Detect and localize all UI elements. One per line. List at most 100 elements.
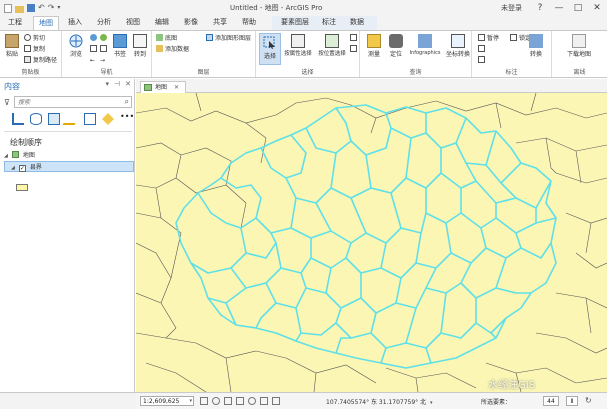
undo-icon[interactable]: ↶ — [38, 2, 45, 14]
copy-button[interactable]: 复制 — [24, 45, 45, 54]
layer-symbol-swatch[interactable] — [16, 184, 28, 191]
tree-node-county-layer[interactable]: ◢ ✓ 县界 — [4, 161, 134, 172]
minimize-button[interactable]: — — [554, 3, 564, 13]
infographics-button[interactable]: Infographics — [408, 34, 442, 56]
clipboard-group-label: 剪贴板 — [21, 69, 40, 76]
list-by-labeling-icon[interactable] — [102, 113, 114, 125]
explore-button[interactable]: 浏览 — [66, 34, 86, 58]
tab-help[interactable]: 帮助 — [238, 16, 260, 30]
goto-button[interactable]: 转到 — [130, 34, 150, 58]
basemap-icon — [156, 34, 163, 41]
status-tool-icons — [200, 397, 280, 405]
select-button[interactable]: 选择 — [259, 33, 281, 65]
close-map-tab-icon[interactable]: ✕ — [174, 84, 179, 91]
filter-icon[interactable]: ⊽ — [4, 98, 10, 107]
new-project-icon[interactable] — [4, 3, 12, 13]
redo-icon[interactable]: ↷ — [48, 2, 55, 14]
close-button[interactable]: ✕ — [592, 3, 602, 13]
tab-insert[interactable]: 插入 — [64, 16, 86, 30]
zoom-to-layer-icon[interactable] — [90, 45, 99, 54]
tab-share[interactable]: 共享 — [209, 16, 231, 30]
labeling-group: 暂停 锁定 转换 标注 — [472, 31, 552, 77]
more-options-icon[interactable]: ••• — [120, 113, 134, 125]
coordinate-conversion-button[interactable]: 坐标转换 — [446, 34, 470, 58]
customize-quick-access-icon[interactable]: ▾ — [57, 2, 60, 14]
select-by-location-button[interactable]: 按位置选择 — [318, 34, 346, 57]
open-folder-icon[interactable] — [15, 5, 24, 13]
map-canvas[interactable] — [136, 93, 607, 392]
more-labeling-icon[interactable] — [478, 56, 487, 65]
tab-imagery[interactable]: 影像 — [180, 16, 202, 30]
tab-data[interactable]: 数据 — [346, 16, 368, 30]
tab-view[interactable]: 视图 — [122, 16, 144, 30]
copy-icon — [24, 45, 31, 52]
pin-icon[interactable]: ⊣ — [114, 80, 120, 88]
contents-title: 内容 — [4, 81, 20, 91]
navigator-icon[interactable] — [236, 397, 244, 405]
copy-path-button[interactable]: 复制路径 — [24, 56, 57, 65]
selected-features-count[interactable]: 44 — [543, 396, 559, 406]
rotation-icon[interactable] — [212, 397, 220, 405]
measure-button[interactable]: 测量 — [364, 34, 384, 58]
pause-drawing-button[interactable]: Ⅱ — [566, 396, 578, 406]
tab-project[interactable]: 工程 — [4, 16, 26, 30]
map-tab-icon — [144, 84, 152, 91]
full-extent-icon[interactable] — [90, 34, 99, 43]
tab-analysis[interactable]: 分析 — [93, 16, 115, 30]
list-by-selection-icon[interactable] — [48, 113, 60, 125]
layer-collapse-chevron-icon[interactable]: ◢ — [11, 163, 17, 174]
paste-button[interactable]: 粘贴 — [2, 34, 22, 58]
previous-extent-icon[interactable]: ← — [90, 56, 95, 65]
sign-in-status[interactable]: 未登录 — [501, 3, 522, 13]
pane-options-chevron-icon[interactable]: ▾ — [106, 80, 110, 88]
contents-divider — [4, 131, 132, 132]
add-graphics-layer-button[interactable]: 添加图形图层 — [206, 34, 251, 43]
close-pane-icon[interactable]: ✕ — [125, 80, 131, 88]
constraint-icon[interactable] — [260, 397, 268, 405]
help-button[interactable]: ? — [535, 3, 545, 13]
clear-selection-icon[interactable] — [350, 45, 359, 54]
cut-button[interactable]: 剪切 — [24, 34, 45, 43]
list-by-editing-icon[interactable] — [62, 113, 82, 125]
locate-binoculars-icon — [389, 34, 403, 48]
quick-access-toolbar: ↶ ↷ ▾ — [0, 2, 60, 14]
map-scale-box[interactable]: 1:2,609,625 ▾ — [140, 396, 194, 406]
pause-labeling-button[interactable]: 暂停 — [478, 34, 499, 43]
bookmarks-button[interactable]: 书签 — [110, 34, 130, 58]
coordinate-format-dropdown-icon[interactable]: ▾ — [430, 400, 433, 406]
select-by-location-icon — [325, 34, 339, 48]
attributes-icon[interactable] — [350, 34, 359, 43]
fixed-zoom-icon[interactable] — [100, 34, 109, 43]
tab-edit[interactable]: 编辑 — [151, 16, 173, 30]
add-data-button[interactable]: 添加数据 — [156, 45, 189, 54]
list-by-data-source-icon[interactable] — [30, 113, 42, 125]
view-unplaced-icon[interactable] — [478, 45, 487, 54]
basemap-button[interactable]: 底图 — [156, 34, 177, 43]
locate-button[interactable]: 定位 — [386, 34, 406, 58]
correction-icon[interactable] — [272, 397, 280, 405]
save-icon[interactable] — [27, 4, 35, 12]
search-icon[interactable]: ⌕ — [125, 97, 129, 107]
layer-visibility-checkbox[interactable]: ✓ — [18, 165, 26, 172]
magnifier-icon[interactable] — [248, 397, 256, 405]
next-extent-icon[interactable]: → — [100, 56, 105, 65]
tab-map[interactable]: 地图 — [33, 16, 59, 30]
select-by-attributes-button[interactable]: 按属性选择 — [284, 34, 312, 57]
contents-search-input[interactable] — [15, 98, 125, 106]
snapping-icon[interactable] — [224, 397, 232, 405]
maximize-button[interactable]: □ — [573, 3, 583, 13]
convert-labels-button[interactable]: 转换 — [526, 34, 546, 58]
refresh-icon[interactable]: ↻ — [585, 396, 597, 406]
tab-labeling[interactable]: 标注 — [318, 16, 340, 30]
map-icon — [11, 151, 19, 158]
tree-node-map[interactable]: ◢ 地图 — [4, 150, 134, 161]
list-by-drawing-order-icon[interactable] — [12, 113, 24, 125]
contents-search-box[interactable]: ⌕ — [14, 96, 132, 108]
download-map-button[interactable]: 下载地图 — [556, 34, 602, 58]
map-view-tab[interactable]: 地图 ✕ — [140, 81, 186, 93]
list-by-snapping-icon[interactable] — [84, 113, 96, 125]
scale-dropdown-icon[interactable]: ▾ — [189, 397, 192, 406]
zoom-to-selection-icon[interactable] — [100, 45, 109, 54]
grid-icon[interactable] — [200, 397, 208, 405]
tab-feature-layer[interactable]: 要素图层 — [276, 16, 314, 30]
